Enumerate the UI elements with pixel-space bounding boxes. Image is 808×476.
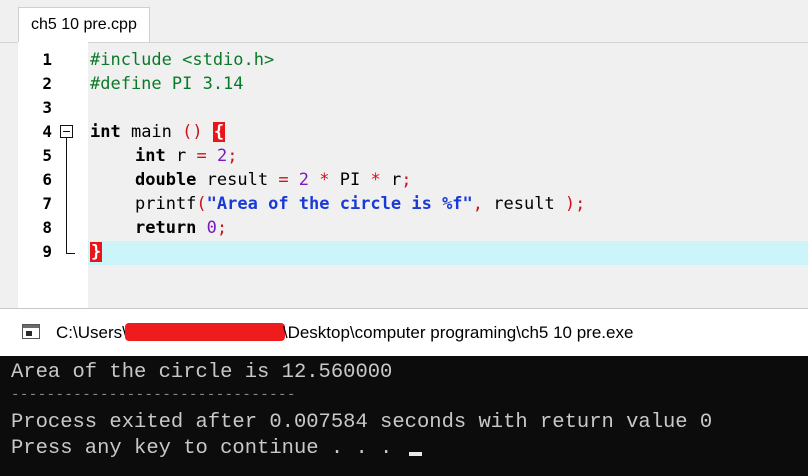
operator: () <box>182 122 203 142</box>
identifier: result <box>483 194 565 214</box>
console-window-icon <box>22 324 40 339</box>
keyword: int <box>135 146 166 166</box>
identifier: result <box>196 170 279 190</box>
number-literal: 2 <box>288 170 320 190</box>
string-literal: "Area of the circle is %f" <box>206 194 473 214</box>
line-number: 5 <box>42 146 52 165</box>
line-number: 3 <box>42 98 52 117</box>
semicolon: ; <box>227 146 238 166</box>
operator: ( <box>196 194 207 214</box>
identifier: main <box>120 122 183 142</box>
tab-ch5-10-pre-cpp[interactable]: ch5 10 pre.cpp <box>18 7 150 42</box>
fold-guide <box>66 138 67 254</box>
fold-collapse-icon[interactable] <box>60 125 73 138</box>
console-output[interactable]: Area of the circle is 12.560000 --------… <box>0 356 808 476</box>
identifier: r <box>165 146 197 166</box>
console-title-bar[interactable]: C:\Users\ \Desktop\computer programing\ch… <box>0 308 808 357</box>
line-number: 6 <box>42 170 52 189</box>
semicolon: ; <box>401 170 412 190</box>
code-editor[interactable]: ch5 10 pre.cpp 1 2 3 4 5 6 7 8 9 #includ… <box>0 0 808 308</box>
preprocessor-directive: #define PI 3.14 <box>90 74 244 94</box>
redaction-mark <box>124 323 285 341</box>
code-line-4[interactable]: int main () { <box>90 120 226 144</box>
keyword: return <box>135 218 197 238</box>
operator: = <box>278 170 289 190</box>
current-line-highlight <box>88 241 808 265</box>
console-prompt: Press any key to continue . . . <box>11 437 405 460</box>
code-line-7[interactable]: printf("Area of the circle is %f", resul… <box>135 192 585 216</box>
identifier: printf <box>135 194 197 214</box>
line-number: 4 <box>42 122 52 141</box>
identifier: r <box>380 170 402 190</box>
fold-guide-end <box>66 253 75 254</box>
line-number: 1 <box>42 50 52 69</box>
console-line: Press any key to continue . . . <box>11 436 422 462</box>
console-line: Process exited after 0.007584 seconds wi… <box>11 411 713 434</box>
matched-brace: } <box>90 242 103 262</box>
keyword: int <box>90 122 121 142</box>
code-line-9[interactable]: } <box>90 240 103 264</box>
code-line-5[interactable]: int r = 2; <box>135 144 237 168</box>
preprocessor-directive: #include <stdio.h> <box>90 50 275 70</box>
number-literal: 0 <box>196 218 217 238</box>
line-number: 9 <box>42 242 52 261</box>
operator: ); <box>564 194 586 214</box>
operator: = <box>196 146 207 166</box>
operator: * <box>319 170 330 190</box>
semicolon: ; <box>216 218 228 238</box>
matched-brace: { <box>212 122 226 142</box>
number-literal: 2 <box>216 146 228 166</box>
code-line-1[interactable]: #include <stdio.h> <box>90 48 274 72</box>
code-line-6[interactable]: double result = 2 * PI * r; <box>135 168 411 192</box>
cursor <box>408 452 422 456</box>
identifier: PI <box>329 170 371 190</box>
title-prefix: C:\Users\ <box>56 323 127 342</box>
operator: * <box>370 170 381 190</box>
code-line-2[interactable]: #define PI 3.14 <box>90 72 244 96</box>
line-number: 2 <box>42 74 52 93</box>
code-line-8[interactable]: return 0; <box>135 216 227 240</box>
editor-tab-bar: ch5 10 pre.cpp <box>0 0 808 43</box>
line-number: 7 <box>42 194 52 213</box>
line-number: 8 <box>42 218 52 237</box>
console-window[interactable]: C:\Users\ \Desktop\computer programing\ch… <box>0 308 808 476</box>
console-title: C:\Users\ \Desktop\computer programing\ch… <box>56 322 633 344</box>
console-separator: -------------------------------- <box>11 387 296 403</box>
operator: , <box>472 194 484 214</box>
keyword: double <box>135 170 197 190</box>
tab-label: ch5 10 pre.cpp <box>31 16 137 33</box>
title-suffix: \Desktop\computer programing\ch5 10 pre.… <box>282 323 634 342</box>
